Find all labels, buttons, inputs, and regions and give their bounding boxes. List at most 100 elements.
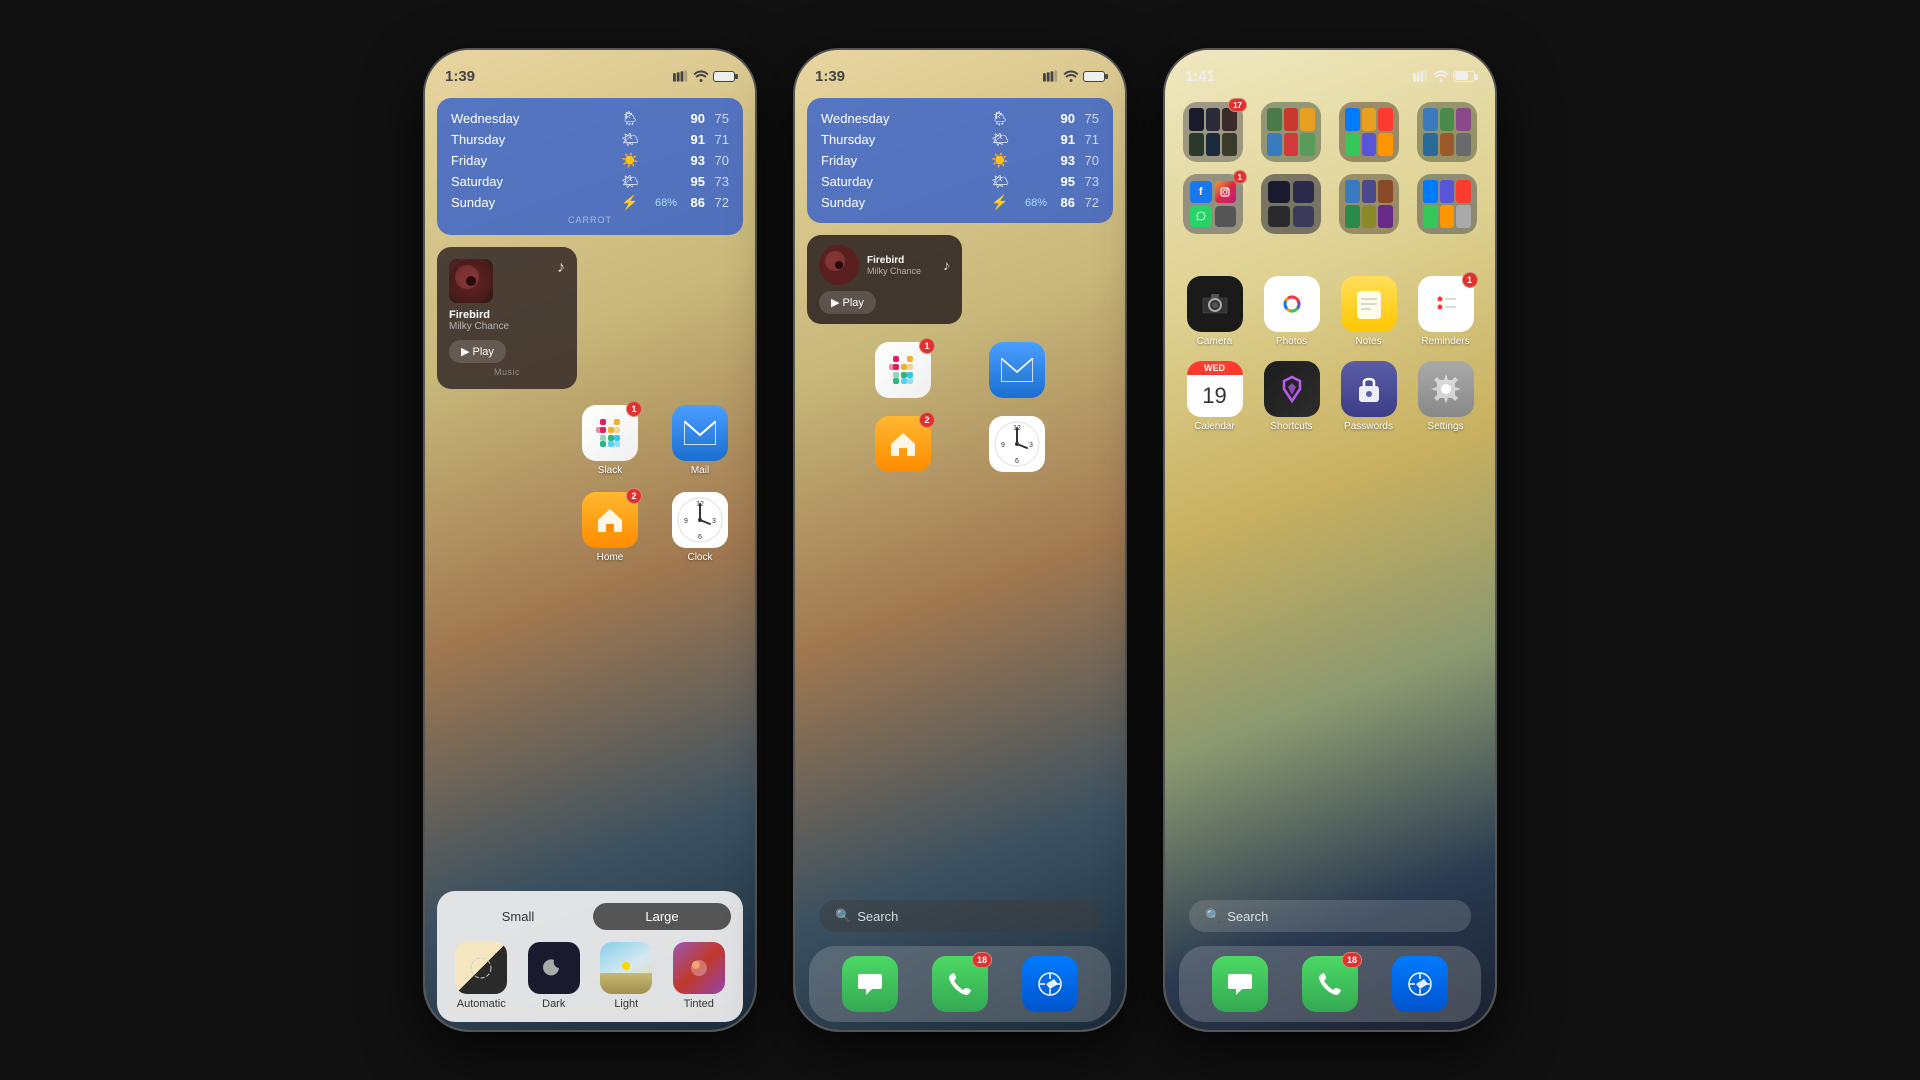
shortcuts-label: Shortcuts	[1270, 421, 1312, 432]
badge-phone-3: 18	[1342, 952, 1362, 968]
folder-3[interactable]	[1335, 102, 1403, 162]
search-icon-3: 🔍	[1205, 908, 1221, 924]
music-widget-1[interactable]: ♪ Firebird Milky Chance ▶ Play Music	[437, 247, 577, 389]
search-label-2: Search	[857, 909, 898, 924]
shortcuts-icon	[1264, 361, 1320, 417]
svg-text:12: 12	[696, 501, 704, 508]
phone-2: 1:39 Wednesday🌦9075 Thursday🌤9171 Friday…	[795, 50, 1125, 1030]
settings-label: Settings	[1427, 421, 1463, 432]
apps-folder-4[interactable]	[1413, 174, 1481, 234]
music-title-1: Firebird	[449, 309, 565, 321]
app-calendar[interactable]: WED 19 Calendar	[1183, 361, 1246, 432]
theme-auto-label: Automatic	[457, 998, 506, 1010]
theme-dark-icon	[528, 942, 580, 994]
dock-2: 18	[809, 946, 1111, 1022]
play-button-1[interactable]: ▶ Play	[449, 340, 506, 363]
folder-4[interactable]	[1413, 102, 1481, 162]
size-large-btn[interactable]: Large	[593, 903, 731, 930]
svg-text:3: 3	[1029, 442, 1033, 449]
dock-safari-3[interactable]	[1392, 956, 1448, 1012]
camera-icon	[1187, 276, 1243, 332]
size-small-btn[interactable]: Small	[449, 903, 587, 930]
app-item-home[interactable]: 2 Home	[573, 492, 647, 563]
search-label-3: Search	[1227, 909, 1268, 924]
social-badge: 1	[1233, 170, 1247, 184]
app-photos[interactable]: Photos	[1260, 276, 1323, 347]
folder-row-2: f 1	[1165, 170, 1495, 238]
dock-safari-2[interactable]	[1022, 956, 1078, 1012]
app-settings[interactable]: Settings	[1414, 361, 1477, 432]
theme-dark[interactable]: Dark	[522, 942, 587, 1010]
app-item-home-2[interactable]: 2	[855, 416, 951, 472]
weather-row: Friday ☀️ 93 70	[451, 150, 729, 171]
music-artist-2: Milky Chance	[867, 266, 935, 276]
badge-home-2: 2	[919, 412, 935, 428]
status-bar-3: 1:41	[1165, 50, 1495, 94]
weather-widget-2[interactable]: Wednesday🌦9075 Thursday🌤9171 Friday☀️937…	[807, 98, 1113, 223]
dock-3: 18	[1179, 946, 1481, 1022]
weather-widget-1[interactable]: Wednesday 🌦 90 75 Thursday 🌤 91 71 Frida…	[437, 98, 743, 235]
folder-1[interactable]: 17	[1179, 102, 1247, 162]
status-time-3: 1:41	[1185, 68, 1215, 85]
app-item-slack-2[interactable]: 1	[855, 342, 951, 398]
status-bar-1: 1:39	[425, 50, 755, 94]
mail-icon	[672, 405, 728, 461]
svg-text:9: 9	[684, 518, 688, 525]
theme-dark-label: Dark	[542, 998, 565, 1010]
bottom-panel: Small Large Automatic Dark	[437, 891, 743, 1022]
dock-messages-3[interactable]	[1212, 956, 1268, 1012]
badge-slack-2: 1	[919, 338, 935, 354]
weather-row: Sunday ⚡ 68% 86 72	[451, 192, 729, 213]
svg-text:6: 6	[698, 534, 702, 541]
clock-label: Clock	[687, 552, 712, 563]
reminders-label: Reminders	[1421, 336, 1469, 347]
weather-row: Thursday 🌤 91 71	[451, 129, 729, 150]
app-shortcuts[interactable]: Shortcuts	[1260, 361, 1323, 432]
music-note-icon: ♪	[557, 259, 565, 277]
folder-2[interactable]	[1257, 102, 1325, 162]
badge-phone-2: 18	[972, 952, 992, 968]
status-time-1: 1:39	[445, 68, 475, 85]
multi-folder[interactable]	[1335, 174, 1403, 234]
app-item-mail[interactable]: Mail	[663, 405, 737, 476]
theme-light-icon	[600, 942, 652, 994]
dock-phone-2[interactable]: 18	[932, 956, 988, 1012]
music-note-2: ♪	[943, 257, 950, 273]
mail-label: Mail	[691, 465, 709, 476]
phone-1: 1:39 Wednesday 🌦 90 75 Thursday �	[425, 50, 755, 1030]
search-bar-3[interactable]: 🔍 Search	[1189, 900, 1471, 932]
app-item-slack[interactable]: 1 Slack	[573, 405, 647, 476]
app-passwords[interactable]: Passwords	[1337, 361, 1400, 432]
app-reminders[interactable]: 1 Reminders	[1414, 276, 1477, 347]
music-title-2: Firebird	[867, 255, 935, 266]
calendar-icon: WED 19	[1187, 361, 1243, 417]
badge-reminders: 1	[1462, 272, 1478, 288]
slack-label: Slack	[598, 465, 622, 476]
size-toggle: Small Large	[449, 903, 731, 930]
theme-light[interactable]: Light	[594, 942, 659, 1010]
svg-text:9: 9	[1001, 442, 1005, 449]
app-item-mail-2[interactable]	[969, 342, 1065, 398]
search-bar-2[interactable]: 🔍 Search	[819, 900, 1101, 932]
carrot-label: CARROT	[451, 215, 729, 225]
play-button-2[interactable]: ▶ Play	[819, 291, 876, 314]
app-notes[interactable]: Notes	[1337, 276, 1400, 347]
dock-messages-2[interactable]	[842, 956, 898, 1012]
music-widget-2[interactable]: Firebird Milky Chance ♪ ▶ Play	[807, 235, 962, 324]
theme-tinted[interactable]: Tinted	[667, 942, 732, 1010]
svg-text:12: 12	[1013, 425, 1021, 432]
social-folder[interactable]: f 1	[1179, 174, 1247, 234]
theme-grid: Automatic Dark Light	[449, 942, 731, 1010]
notes-label: Notes	[1355, 336, 1381, 347]
theme-light-label: Light	[614, 998, 638, 1010]
passwords-icon	[1341, 361, 1397, 417]
passwords-label: Passwords	[1344, 421, 1393, 432]
dock-phone-3[interactable]: 18	[1302, 956, 1358, 1012]
dark-folder[interactable]	[1257, 174, 1325, 234]
theme-automatic[interactable]: Automatic	[449, 942, 514, 1010]
app-item-clock[interactable]: 12 3 6 9 Clock	[663, 492, 737, 563]
app-item-clock-2[interactable]: 12369	[969, 416, 1065, 472]
app-camera[interactable]: Camera	[1183, 276, 1246, 347]
folder-badge-1: 17	[1228, 98, 1247, 112]
search-icon-2: 🔍	[835, 908, 851, 924]
